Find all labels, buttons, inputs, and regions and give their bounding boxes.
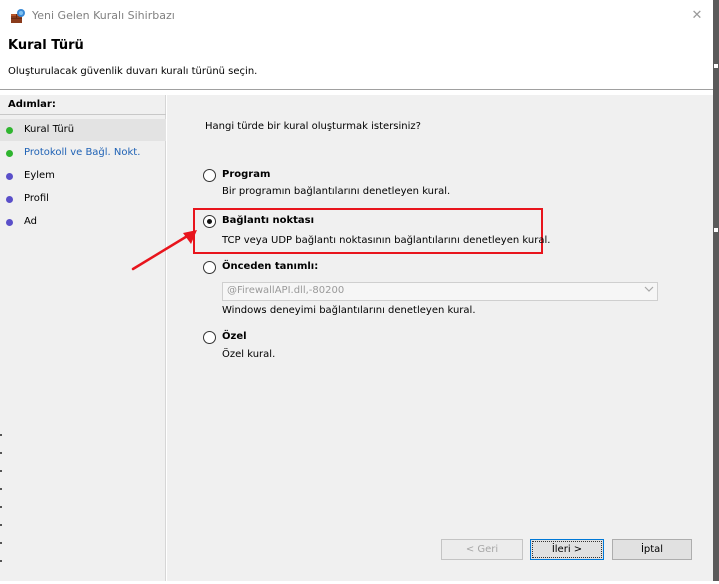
step-item-eylem[interactable]: Eylem	[0, 165, 166, 187]
back-button[interactable]: < Geri	[441, 539, 523, 560]
annotation-arrow-icon	[125, 225, 205, 275]
predefined-select-value: @FirewallAPI.dll,-80200	[227, 285, 345, 296]
window-title: Yeni Gelen Kuralı Sihirbazı	[32, 9, 175, 22]
header-divider	[0, 89, 713, 90]
step-pending-icon	[6, 196, 13, 203]
option-desc-custom: Özel kural.	[222, 349, 276, 360]
option-label-port[interactable]: Bağlantı noktası	[222, 215, 314, 226]
step-pending-icon	[6, 219, 13, 226]
steps-heading: Adımlar:	[8, 99, 56, 110]
next-button-label: İleri >	[532, 541, 602, 558]
step-label: Ad	[24, 216, 38, 227]
step-complete-icon	[6, 150, 13, 157]
step-label: Kural Türü	[24, 124, 75, 135]
option-desc-predefined: Windows deneyimi bağlantılarını denetley…	[222, 305, 476, 316]
option-desc-port: TCP veya UDP bağlantı noktasının bağlant…	[222, 235, 551, 246]
close-icon[interactable]: ✕	[687, 6, 707, 26]
step-label: Protokoll ve Bağl. Nokt.	[24, 147, 141, 158]
step-complete-icon	[6, 127, 13, 134]
window-edge	[713, 0, 719, 581]
chevron-down-icon	[643, 283, 655, 298]
option-desc-program: Bir programın bağlantılarını denetleyen …	[222, 186, 451, 197]
step-item-protokol[interactable]: Protokoll ve Bağl. Nokt.	[0, 142, 166, 164]
left-edge-artifacts	[0, 330, 3, 580]
step-item-kural-turu[interactable]: Kural Türü	[0, 119, 166, 141]
option-label-predefined[interactable]: Önceden tanımlı:	[222, 261, 318, 272]
radio-custom[interactable]	[203, 331, 216, 344]
firewall-icon	[10, 8, 26, 24]
option-label-program[interactable]: Program	[222, 169, 270, 180]
step-label: Eylem	[24, 170, 55, 181]
rule-type-question: Hangi türde bir kural oluşturmak istersi…	[205, 121, 421, 132]
option-label-custom[interactable]: Özel	[222, 331, 247, 342]
radio-program[interactable]	[203, 169, 216, 182]
page-title: Kural Türü	[8, 38, 84, 53]
page-subtitle: Oluşturulacak güvenlik duvarı kuralı tür…	[8, 66, 258, 77]
main-panel	[167, 95, 713, 581]
step-label: Profil	[24, 193, 49, 204]
wizard-header	[0, 32, 713, 88]
step-item-profil[interactable]: Profil	[0, 188, 166, 210]
steps-heading-divider	[0, 114, 166, 115]
cancel-button[interactable]: İptal	[612, 539, 692, 560]
next-button[interactable]: İleri >	[530, 539, 604, 560]
step-pending-icon	[6, 173, 13, 180]
